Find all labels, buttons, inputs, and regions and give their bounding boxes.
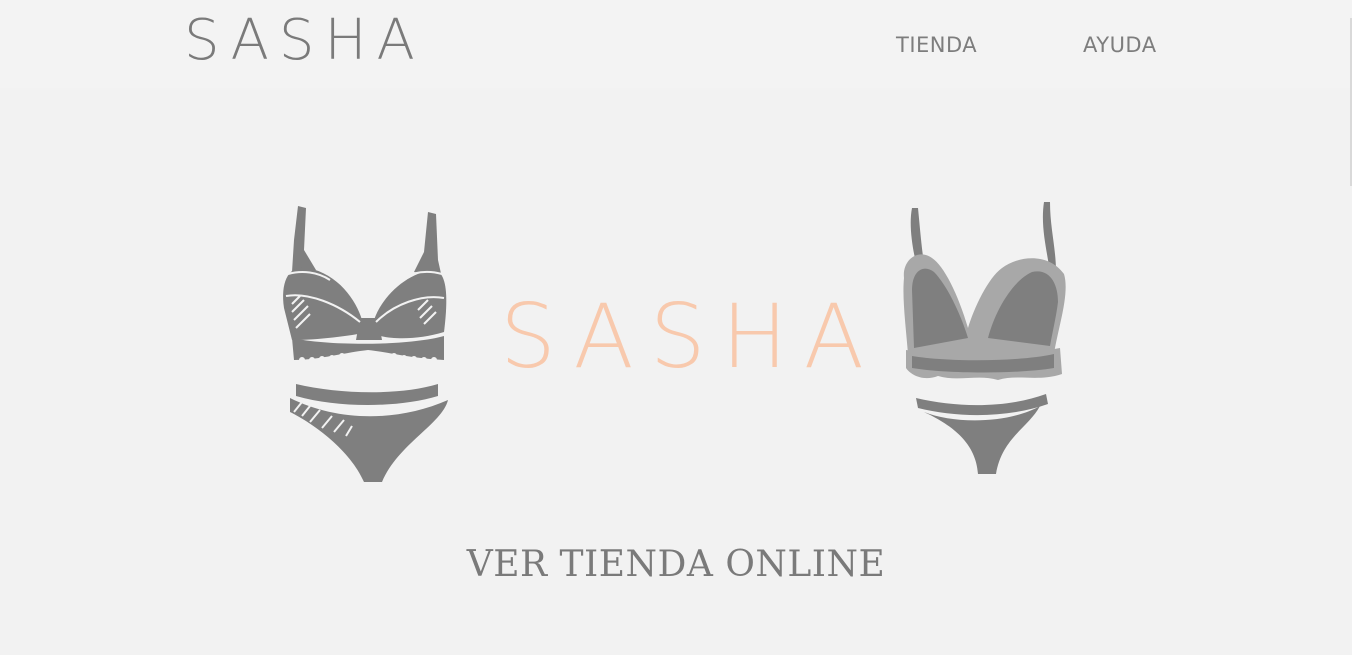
bra-and-panty-icon xyxy=(283,206,448,482)
hero-brand-title: SASHA xyxy=(500,285,880,388)
bralette-and-thong-icon xyxy=(903,202,1066,474)
header: SASHA TIENDA AYUDA xyxy=(0,0,1352,88)
nav-link-tienda[interactable]: TIENDA xyxy=(896,30,977,60)
nav-link-ayuda[interactable]: AYUDA xyxy=(1083,30,1157,60)
view-online-store-link[interactable]: VER TIENDA ONLINE xyxy=(0,540,1352,590)
brand-logo[interactable]: SASHA xyxy=(184,6,425,76)
landing-page: SASHA TIENDA AYUDA SASHA VER TIENDA ONLI… xyxy=(0,0,1352,655)
